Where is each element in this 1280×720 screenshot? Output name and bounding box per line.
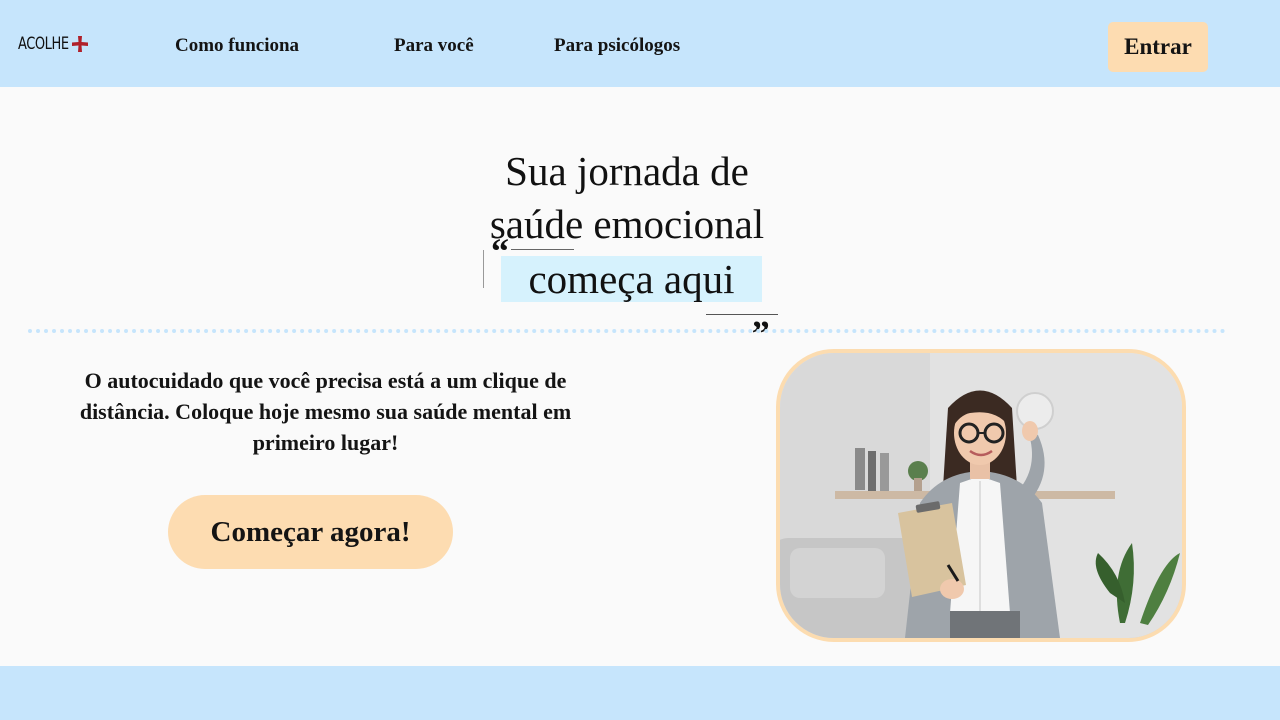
top-navbar: ACOLHE Como funciona Para você Para psic… [0,0,1280,87]
psychologist-photo [776,349,1186,642]
plus-icon [72,36,88,52]
quote-decoration-line [483,250,484,288]
login-button[interactable]: Entrar [1108,22,1208,72]
psychologist-illustration [780,353,1182,638]
footer-bar [0,666,1280,720]
hero-title-line-1: Sua jornada de [505,148,749,194]
start-now-button[interactable]: Começar agora! [168,495,453,569]
nav-how-it-works[interactable]: Como funciona [175,34,299,58]
nav-for-you[interactable]: Para você [394,34,474,58]
dotted-divider [28,329,1226,333]
close-quote-mark: „ [752,295,770,335]
nav-for-psychologists[interactable]: Para psicólogos [554,34,680,58]
hero-title-highlight: começa aqui [501,256,762,302]
logo-text: ACOLHE [18,34,69,54]
quote-decoration-line [511,249,574,250]
hero-tagline: O autocuidado que você precisa está a um… [79,368,572,455]
hero-title-line-2: saúde emocional [489,201,765,247]
logo[interactable]: ACOLHE [18,33,88,55]
